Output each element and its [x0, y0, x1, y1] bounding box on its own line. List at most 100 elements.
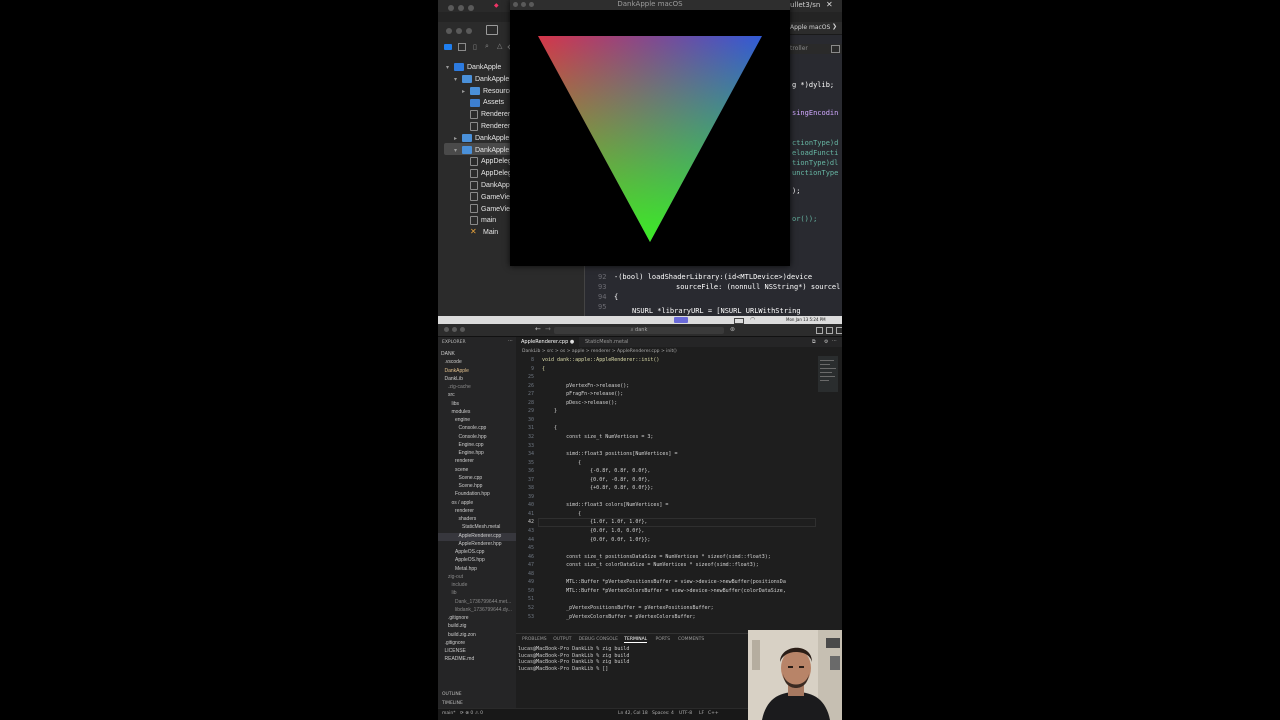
- navigator-item[interactable]: ▾ DankApple: [446, 62, 501, 74]
- tree-item[interactable]: DANK: [441, 350, 455, 358]
- tab-static-mesh-metal[interactable]: StaticMesh.metal: [580, 337, 633, 347]
- navigator-item[interactable]: Assets: [462, 97, 504, 109]
- tree-item[interactable]: AppleRenderer.cpp: [459, 532, 502, 540]
- tree-item[interactable]: LICENSE: [445, 647, 466, 655]
- tree-item[interactable]: Console.cpp: [459, 424, 487, 432]
- bookmark-icon[interactable]: ▯: [473, 43, 477, 51]
- navigator-item[interactable]: ✕ Main: [462, 227, 498, 239]
- tree-item[interactable]: AppleOS.hpp: [455, 556, 485, 564]
- problems-status[interactable]: ⟳ ⊗ 0 ⚠ 0: [460, 711, 483, 716]
- navigator-item[interactable]: AppDeleg: [462, 156, 512, 168]
- layout-panel-icon[interactable]: [816, 327, 823, 334]
- eol-status[interactable]: LF: [699, 711, 704, 716]
- navigator-item[interactable]: Renderer: [462, 121, 510, 133]
- more-actions-icon[interactable]: ···: [832, 338, 837, 344]
- inspector-icon[interactable]: [831, 45, 840, 53]
- breadcrumb[interactable]: DankLib > src > os > apple > renderer > …: [522, 349, 677, 354]
- terminal-output[interactable]: lucas@MacBook-Pro DankLib % zig build luc…: [516, 646, 746, 706]
- navigator-item[interactable]: Renderer: [462, 109, 510, 121]
- sidebar-toggle-icon[interactable]: [486, 25, 498, 35]
- outline-section[interactable]: OUTLINE: [442, 692, 462, 697]
- indentation-status[interactable]: Spaces: 4: [652, 711, 674, 716]
- menubar-clock[interactable]: Mon Jan 13 5:24 PM: [786, 317, 826, 322]
- branch-status[interactable]: main*: [442, 711, 456, 716]
- tree-item[interactable]: renderer: [455, 457, 474, 465]
- copilot-icon[interactable]: ⊛: [730, 326, 735, 333]
- tree-item[interactable]: include: [452, 581, 468, 589]
- tree-item[interactable]: README.md: [445, 655, 475, 663]
- panel-tab[interactable]: TERMINAL: [624, 637, 648, 643]
- tree-item[interactable]: libdank_1736799644.dy...: [455, 606, 512, 614]
- search-icon[interactable]: ⌕: [485, 42, 489, 51]
- layout-sidebar-icon[interactable]: [826, 327, 833, 334]
- tab-apple-renderer-cpp[interactable]: AppleRenderer.cpp ●: [516, 337, 580, 347]
- command-search-input[interactable]: ⌕ dank: [554, 327, 724, 334]
- layout-customize-icon[interactable]: [836, 327, 842, 334]
- tree-item[interactable]: .gitignore: [445, 639, 466, 647]
- zoom-dot-icon[interactable]: [468, 5, 474, 11]
- tree-item[interactable]: StaticMesh.metal: [462, 523, 500, 531]
- code-area[interactable]: 8 void dank::apple::AppleRenderer::init()…: [516, 356, 816, 633]
- navigator-item[interactable]: ▾ DankApple: [454, 74, 509, 86]
- language-status[interactable]: C++: [708, 711, 719, 716]
- tree-item[interactable]: modules: [452, 408, 471, 416]
- zoom-dot-icon[interactable]: [529, 2, 534, 7]
- navigator-item[interactable]: DankAppl: [462, 180, 511, 192]
- folder-nav-icon[interactable]: [444, 44, 452, 50]
- tree-item[interactable]: Scene.hpp: [459, 482, 483, 490]
- tree-item[interactable]: build.zig: [448, 622, 466, 630]
- tree-item[interactable]: Dank_1736799644.met...: [455, 598, 511, 606]
- navigator-item[interactable]: ▾ DankApple: [454, 145, 509, 157]
- minimize-dot-icon[interactable]: [452, 327, 457, 332]
- tree-item[interactable]: renderer: [455, 507, 474, 515]
- chevron-right-icon[interactable]: ▸: [454, 133, 462, 145]
- close-icon[interactable]: ✕: [826, 0, 833, 9]
- navigator-item[interactable]: AppDeleg: [462, 168, 512, 180]
- tree-item[interactable]: DankLib: [445, 375, 463, 383]
- tree-item[interactable]: .vscode: [445, 358, 462, 366]
- navigator-item[interactable]: ▸ Resource: [462, 86, 513, 98]
- settings-icon[interactable]: ⚙: [824, 339, 828, 345]
- back-arrow-icon[interactable]: ←: [535, 325, 541, 333]
- tree-item[interactable]: libs: [452, 400, 460, 408]
- chevron-down-icon[interactable]: ▾: [446, 62, 454, 74]
- close-dot-icon[interactable]: [448, 5, 454, 11]
- tree-item[interactable]: AppleOS.cpp: [455, 548, 484, 556]
- chevron-right-icon[interactable]: ▸: [462, 86, 470, 98]
- tree-item[interactable]: lib: [452, 589, 457, 597]
- cursor-position[interactable]: Ln 42, Col 18: [618, 711, 648, 716]
- panel-tab[interactable]: DEBUG CONSOLE: [579, 637, 618, 642]
- close-dot-icon[interactable]: [513, 2, 518, 7]
- tree-item[interactable]: os / apple: [452, 499, 474, 507]
- tree-item[interactable]: Foundation.hpp: [455, 490, 490, 498]
- chevron-down-icon[interactable]: ▾: [454, 145, 462, 157]
- source-control-icon[interactable]: [458, 43, 466, 51]
- minimize-dot-icon[interactable]: [521, 2, 526, 7]
- tree-item[interactable]: AppleRenderer.hpp: [459, 540, 502, 548]
- tree-item[interactable]: .zig-cache: [448, 383, 471, 391]
- tree-item[interactable]: .gitignore: [448, 614, 469, 622]
- minimize-dot-icon[interactable]: [458, 5, 464, 11]
- panel-tab[interactable]: OUTPUT: [553, 637, 571, 642]
- chevron-down-icon[interactable]: ▾: [454, 74, 462, 86]
- warning-icon[interactable]: △: [497, 42, 502, 50]
- more-actions-icon[interactable]: ···: [508, 338, 513, 344]
- split-editor-icon[interactable]: ⧉: [812, 339, 816, 345]
- minimap[interactable]: [818, 356, 838, 476]
- tree-item[interactable]: DankApple: [445, 367, 469, 375]
- panel-tab[interactable]: PORTS: [656, 637, 671, 642]
- timeline-section[interactable]: TIMELINE: [442, 701, 463, 706]
- navigator-item[interactable]: GameView: [462, 192, 515, 204]
- tree-item[interactable]: shaders: [459, 515, 477, 523]
- tree-item[interactable]: build.zig.zon: [448, 631, 476, 639]
- tree-item[interactable]: engine: [455, 416, 470, 424]
- tree-item[interactable]: zig-out: [448, 573, 463, 581]
- tree-item[interactable]: Engine.cpp: [459, 441, 484, 449]
- panel-tab[interactable]: PROBLEMS: [522, 637, 547, 642]
- zoom-dot-icon[interactable]: [460, 327, 465, 332]
- close-icon[interactable]: ●: [570, 339, 574, 345]
- panel-tab[interactable]: COMMENTS: [678, 637, 704, 642]
- close-dot-icon[interactable]: [444, 327, 449, 332]
- breadcrumb-right[interactable]: troller: [790, 45, 808, 52]
- tree-item[interactable]: Engine.hpp: [459, 449, 484, 457]
